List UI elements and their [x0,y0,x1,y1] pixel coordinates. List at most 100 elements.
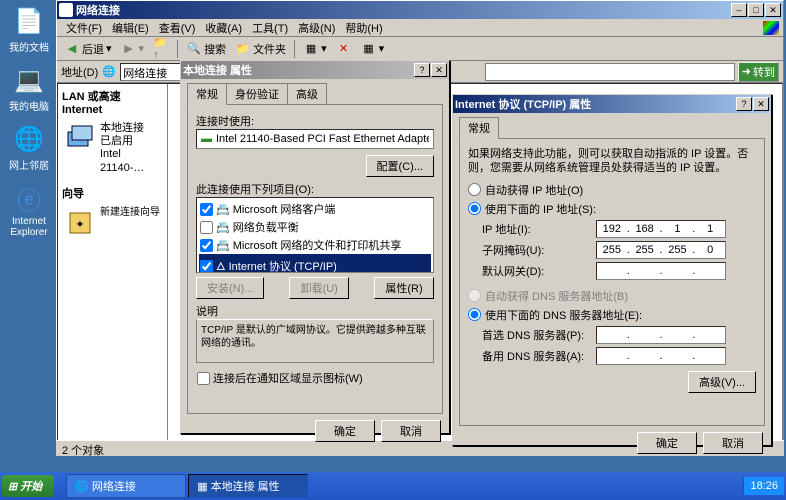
menu-view[interactable]: 查看(V) [154,20,201,36]
uninstall-button[interactable]: 卸载(U) [289,277,349,299]
component-nlb[interactable]: 📇网络负载平衡 [199,218,431,236]
adapter-icon: ▬ [201,133,212,145]
mask-label: 子网掩码(U): [482,242,592,258]
dlg2-close-button[interactable]: ✕ [753,97,769,111]
menubar: 文件(F) 编辑(E) 查看(V) 收藏(A) 工具(T) 高级(N) 帮助(H… [57,19,783,37]
delete-button[interactable]: ✕ [333,40,355,58]
dns1-input[interactable]: ... [596,326,726,344]
wizard-icon: ✦ [64,207,96,239]
folders-icon: 📁 [235,41,251,57]
gateway-label: 默认网关(D): [482,263,592,279]
install-button[interactable]: 安装(N)... [196,277,264,299]
menu-advanced[interactable]: 高级(N) [293,20,340,36]
extra-icon: ▦ [361,41,377,57]
auto-ip-radio[interactable] [468,183,481,196]
desktop-icon-ie[interactable]: ⓔInternet Explorer [5,182,53,238]
search-icon: 🔍 [186,41,202,57]
menu-favorites[interactable]: 收藏(A) [200,20,247,36]
auto-dns-radio-row: 自动获得 DNS 服务器地址(B) [468,288,756,304]
maximize-button[interactable]: □ [748,3,764,17]
component-tcpip[interactable]: 🜂Internet 协议 (TCP/IP) [199,254,431,273]
gateway-input[interactable]: ... [596,262,726,280]
component-file-print[interactable]: 📇Microsoft 网络的文件和打印机共享 [199,236,431,254]
ip-address-input[interactable]: 192.168.1.1 [596,220,726,238]
desc-text: TCP/IP 是默认的广域网协议。它提供跨越多种互联网络的通讯。 [196,319,434,363]
tab-auth[interactable]: 身份验证 [226,83,288,104]
dlg1-close-button[interactable]: ✕ [431,63,447,77]
auto-ip-radio-row[interactable]: 自动获得 IP 地址(O) [468,182,756,198]
forward-button[interactable]: ▶▾ [118,40,148,58]
manual-ip-radio-row[interactable]: 使用下面的 IP 地址(S): [468,201,756,217]
menu-tools[interactable]: 工具(T) [247,20,293,36]
adapter-name: Intel 21140-Based PCI Fast Ethernet Adap… [216,133,429,145]
back-icon: ◀ [64,41,80,57]
dlg2-panel: 如果网络支持此功能，则可以获取自动指派的 IP 设置。否则，您需要从网络系统管理… [459,138,765,426]
minimize-button[interactable]: – [731,3,747,17]
close-button[interactable]: ✕ [765,3,781,17]
sidebar: LAN 或高速 Internet 本地连接 已启用 Intel 21140-… … [58,84,168,442]
address-label: 地址(D) [61,64,98,80]
dlg1-titlebar[interactable]: 本地连接 属性 ? ✕ [181,61,449,79]
items-label: 此连接使用下列项目(O): [196,181,434,197]
search-button[interactable]: 🔍搜索 [183,40,229,58]
sidebar-header: LAN 或高速 Internet [62,88,163,116]
extra-button[interactable]: ▦▾ [358,40,388,58]
properties-button[interactable]: 属性(R) [374,277,434,299]
dlg2-ok-button[interactable]: 确定 [637,432,697,454]
dns1-label: 首选 DNS 服务器(P): [482,327,592,343]
dlg2-titlebar[interactable]: Internet 协议 (TCP/IP) 属性 ? ✕ [453,95,771,113]
dlg1-title: 本地连接 属性 [183,62,414,78]
up-button[interactable]: 📁↑ [150,40,172,58]
show-icon-checkbox[interactable] [197,372,210,385]
dlg2-title: Internet 协议 (TCP/IP) 属性 [455,96,736,112]
new-connection-wizard[interactable]: ✦ 新建连接向导 [62,205,163,241]
tab-general[interactable]: 常规 [187,83,227,105]
titlebar[interactable]: 网络连接 – □ ✕ [57,1,783,19]
connection-icon [64,122,96,154]
menu-help[interactable]: 帮助(H) [340,20,387,36]
desc-label: 说明 [196,303,434,319]
taskbar: ⊞开始 🌐网络连接 ▦本地连接 属性 18:26 [0,472,786,500]
delete-icon: ✕ [336,41,352,57]
dlg1-help-button[interactable]: ? [414,63,430,77]
desktop-icon-documents[interactable]: 📄我的文档 [5,5,53,54]
up-icon: 📁↑ [153,41,169,57]
dlg2-help-button[interactable]: ? [736,97,752,111]
address-input-2[interactable] [485,63,735,81]
show-icon-checkbox-row[interactable]: 连接后在通知区域显示图标(W) [196,369,434,387]
tcpip-properties-dialog: Internet 协议 (TCP/IP) 属性 ? ✕ 常规 如果网络支持此功能… [452,94,772,446]
manual-dns-radio-row[interactable]: 使用下面的 DNS 服务器地址(E): [468,307,756,323]
desktop-icon-network[interactable]: 🌐网上邻居 [5,123,53,172]
views-button[interactable]: ▦▾ [300,40,330,58]
start-button[interactable]: ⊞开始 [2,475,54,497]
system-tray[interactable]: 18:26 [743,477,784,495]
dns2-input[interactable]: ... [596,347,726,365]
folders-button[interactable]: 📁文件夹 [232,40,289,58]
dlg2-cancel-button[interactable]: 取消 [703,432,763,454]
svg-text:✦: ✦ [75,219,84,231]
manual-ip-radio[interactable] [468,202,481,215]
tcpip-info-text: 如果网络支持此功能，则可以获取自动指派的 IP 设置。否则，您需要从网络系统管理… [468,147,756,176]
address-icon: 🌐 [101,64,117,80]
desktop-icon-computer[interactable]: 💻我的电脑 [5,64,53,113]
dlg1-tabs: 常规 身份验证 高级 [187,83,443,104]
taskbar-item-properties[interactable]: ▦本地连接 属性 [188,474,308,498]
go-button[interactable]: ➜转到 [738,62,779,82]
menu-file[interactable]: 文件(F) [61,20,107,36]
dlg2-tab-general[interactable]: 常规 [459,117,499,139]
dlg1-cancel-button[interactable]: 取消 [381,420,441,442]
advanced-button[interactable]: 高级(V)... [688,371,756,393]
component-ms-client[interactable]: 📇Microsoft 网络客户端 [199,200,431,218]
manual-dns-radio[interactable] [468,308,481,321]
configure-button[interactable]: 配置(C)... [366,155,434,177]
components-list[interactable]: 📇Microsoft 网络客户端 📇网络负载平衡 📇Microsoft 网络的文… [196,197,434,273]
connection-item-local[interactable]: 本地连接 已启用 Intel 21140-… [62,120,163,177]
subnet-mask-input[interactable]: 255.255.255.0 [596,241,726,259]
dlg1-ok-button[interactable]: 确定 [315,420,375,442]
ip-label: IP 地址(I): [482,221,592,237]
back-button[interactable]: ◀后退▾ [61,40,115,58]
dlg1-panel: 连接时使用: ▬ Intel 21140-Based PCI Fast Ethe… [187,104,443,414]
tab-advanced[interactable]: 高级 [287,83,327,104]
menu-edit[interactable]: 编辑(E) [107,20,154,36]
taskbar-item-network[interactable]: 🌐网络连接 [66,474,186,498]
